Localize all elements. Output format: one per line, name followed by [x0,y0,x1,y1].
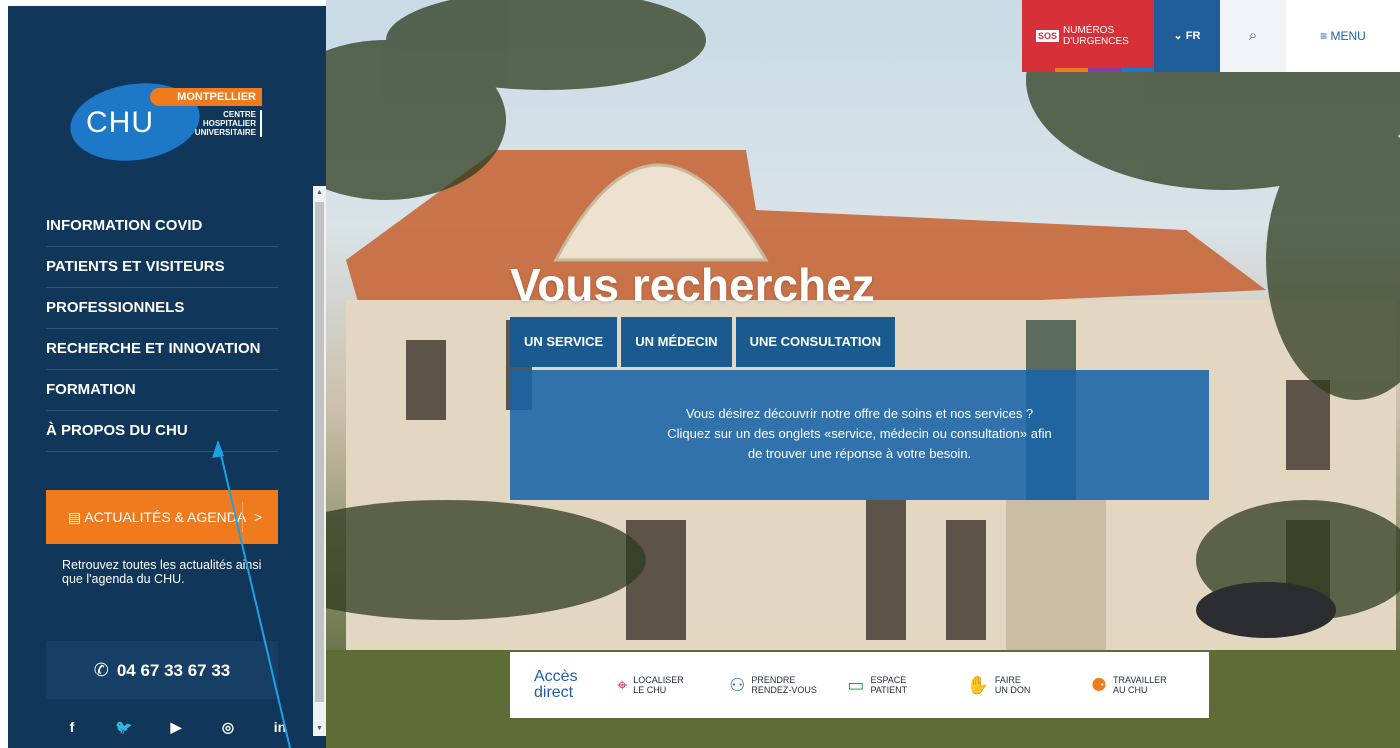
group-icon: ⚈ [1090,674,1107,695]
panel-text-line: de trouver une réponse à votre besoin. [747,446,972,461]
language-selector[interactable]: ⌄ FR [1154,0,1220,72]
facebook-icon[interactable]: f [46,706,98,748]
hamburger-icon: ≡ [1320,29,1331,43]
sos-badge: SOS [1036,30,1060,42]
instagram-icon[interactable]: ◎ [202,706,254,748]
menu-button[interactable]: ≡ MENU [1286,0,1400,72]
hand-heart-icon: ✋ [966,674,989,695]
twitter-icon[interactable]: 🐦 [98,706,150,748]
page: CHU MONTPELLIER CENTRE HOSPITALIER UNIVE… [0,0,1400,748]
card-icon: ▭ [847,674,865,695]
scrollbar-thumb[interactable] [315,202,324,702]
chevron-right-icon[interactable]: > [254,490,262,544]
nav-item-formation[interactable]: FORMATION [46,370,278,411]
news-label: ▤ ACTUALITÉS & AGENDA [68,509,247,525]
hero-title: Vous recherchez [510,259,875,311]
panel-text-line: Vous désirez découvrir notre offre de so… [685,406,1034,421]
news-agenda-button[interactable]: ▤ ACTUALITÉS & AGENDA > [46,490,278,544]
top-bar: SOS NUMÉROS D'URGENCES ⌄ FR ⌕ ≡ MENU [1022,0,1400,72]
panel-text-line: Cliquez sur un des onglets «service, méd… [667,426,1052,441]
sidebar: CHU MONTPELLIER CENTRE HOSPITALIER UNIVE… [8,6,326,748]
nav-item-a-propos[interactable]: À PROPOS DU CHU [46,411,278,452]
social-links: f 🐦 ▶ ◎ in [46,706,306,748]
news-divider [242,502,243,532]
chevron-down-icon: ⌄ [1173,30,1186,42]
phone-button[interactable]: ✆ 04 67 33 67 33 [46,641,278,699]
people-icon: ⚇ [729,674,746,695]
newspaper-icon: ▤ [68,509,85,525]
tab-medecin[interactable]: UN MÉDECIN [621,317,732,367]
phone-icon: ✆ [93,660,109,680]
search-tabs: UN SERVICE UN MÉDECIN UNE CONSULTATION [510,317,896,367]
phone-number: 04 67 33 67 33 [116,661,231,680]
main-nav: INFORMATION COVID PATIENTS ET VISITEURS … [46,206,278,452]
tab-service[interactable]: UN SERVICE [510,317,618,367]
scroll-up-icon[interactable]: ▲ [313,186,326,200]
quick-travailler[interactable]: ⚈ TRAVAILLER AU CHU [1091,675,1183,696]
emergency-label: NUMÉROS D'URGENCES [1063,25,1129,47]
nav-item-covid[interactable]: INFORMATION COVID [46,206,278,247]
news-description: Retrouvez toutes les actualités ainsi qu… [62,558,262,586]
chu-logo[interactable]: CHU MONTPELLIER CENTRE HOSPITALIER UNIVE… [65,75,270,169]
linkedin-icon[interactable]: in [254,706,306,748]
logo-city: MONTPELLIER [150,88,262,106]
quick-access-bar: Accès direct ⌖ LOCALISER LE CHU ⚇ PRENDRE… [510,652,1209,718]
map-pin-icon: ⌖ [617,674,628,695]
hero: SOS NUMÉROS D'URGENCES ⌄ FR ⌕ ≡ MENU Vou… [326,0,1400,748]
tab-consultation[interactable]: UNE CONSULTATION [735,317,896,367]
quick-rendez-vous[interactable]: ⚇ PRENDRE RENDEZ-VOUS [729,675,821,696]
search-icon[interactable]: ⌕ [1220,0,1286,72]
quick-espace-patient[interactable]: ▭ ESPACE PATIENT [847,675,940,696]
quick-access-title: Accès direct [534,668,578,701]
quick-faire-un-don[interactable]: ✋ FAIRE UN DON [966,675,1064,696]
color-stripe [1022,68,1154,72]
nav-item-patients[interactable]: PATIENTS ET VISITEURS [46,247,278,288]
logo-brand: CHU [86,106,154,139]
youtube-icon[interactable]: ▶ [150,706,202,748]
emergency-numbers-button[interactable]: SOS NUMÉROS D'URGENCES [1022,0,1154,72]
nav-item-professionnels[interactable]: PROFESSIONNELS [46,288,278,329]
nav-item-recherche[interactable]: RECHERCHE ET INNOVATION [46,329,278,370]
quick-localiser[interactable]: ⌖ LOCALISER LE CHU [617,675,703,696]
search-panel: Vous désirez découvrir notre offre de so… [510,370,1209,500]
scroll-down-icon[interactable]: ▼ [313,722,326,736]
logo-subtitle: CENTRE HOSPITALIER UNIVERSITAIRE [186,110,262,137]
sidebar-scrollbar[interactable]: ▲ ▼ [313,186,326,736]
